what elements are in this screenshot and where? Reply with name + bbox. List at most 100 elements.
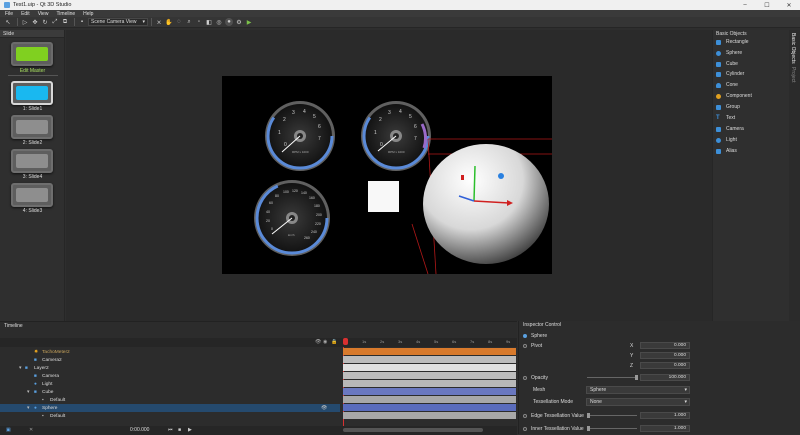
menu-edit[interactable]: Edit — [21, 11, 30, 17]
zoom-extents-icon[interactable]: ▫ — [195, 18, 203, 26]
slide-thumbnail-3[interactable] — [11, 149, 53, 173]
opacity-field[interactable]: 100.000 — [640, 374, 690, 381]
stop-icon[interactable]: ■ — [178, 427, 181, 433]
pan-icon[interactable]: ✋ — [165, 18, 173, 26]
pivot-z-field[interactable]: 0.000 — [640, 362, 690, 369]
tab-project[interactable]: Project — [790, 67, 796, 83]
timeline-track[interactable] — [343, 396, 516, 403]
timeline-row[interactable]: ▪ Default — [0, 396, 340, 404]
menu-file[interactable]: File — [5, 11, 13, 17]
eye-icon[interactable]: 👁 — [321, 406, 327, 411]
timeline-track[interactable] — [343, 412, 516, 419]
wireframe-icon[interactable]: ◎ — [215, 18, 223, 26]
object-text[interactable]: T Text — [716, 113, 735, 123]
timeline-track[interactable] — [343, 356, 516, 363]
pivot-x-field[interactable]: 0.000 — [640, 342, 690, 349]
menu-timeline[interactable]: Timeline — [56, 11, 75, 17]
timeline-row[interactable]: ■ Camera2 — [0, 356, 340, 364]
eye-icon[interactable]: 👁 — [315, 339, 321, 345]
inner-tess-field[interactable]: 1.000 — [640, 425, 690, 432]
pivot-y-field[interactable]: 0.000 — [640, 352, 690, 359]
zoom-icon[interactable]: ⌕ — [185, 18, 193, 26]
render-mode-icon[interactable]: ● — [225, 18, 233, 26]
fit-selected-icon[interactable]: ⨯ — [155, 18, 163, 26]
scene-canvas[interactable]: 0 1 2 3 4 5 6 7 RPM x 1000 0 1 2 3 4 5 6… — [222, 76, 552, 275]
play-icon[interactable]: ▷ — [21, 18, 29, 26]
timeline-row[interactable]: ■ Camera — [0, 372, 340, 380]
shading-icon[interactable]: ◧ — [205, 18, 213, 26]
timeline-row[interactable]: ▾ ■ Layer2 — [0, 364, 340, 372]
gizmo-plane-handle[interactable] — [461, 175, 464, 180]
timeline-track[interactable] — [343, 380, 516, 387]
slide-thumbnail-1[interactable] — [11, 81, 53, 105]
object-light[interactable]: Light — [716, 135, 737, 145]
orbit-icon[interactable]: ◌ — [175, 18, 183, 26]
timeline-track[interactable] — [343, 404, 516, 411]
timeline-track[interactable] — [343, 372, 516, 379]
timeline-track[interactable] — [343, 348, 516, 355]
timeline-row-selected[interactable]: ▾ ● Sphere 👁 — [0, 404, 340, 412]
timeline-ruler[interactable]: 1s 2s 3s 4s 5s 6s 7s 8s 9s — [340, 338, 517, 347]
timeline-track[interactable] — [343, 364, 516, 371]
timeline-track[interactable] — [343, 388, 516, 395]
object-component[interactable]: Component — [716, 91, 752, 101]
object-cylinder[interactable]: Cylinder — [716, 69, 744, 79]
timeline-row[interactable]: ▾ ■ Cube — [0, 388, 340, 396]
opacity-slider-handle[interactable] — [635, 375, 638, 380]
scale-icon[interactable]: ⤢ — [51, 18, 59, 26]
rectangle-object[interactable] — [368, 181, 399, 212]
edge-tess-slider[interactable] — [587, 415, 637, 416]
timeline-row[interactable]: ▪ Default — [0, 412, 340, 420]
inner-tess-slider-handle[interactable] — [587, 426, 590, 431]
camera-view-select[interactable]: Scene Camera View ▾ — [88, 18, 148, 26]
timeline-scrollbar[interactable] — [343, 428, 483, 432]
rotate-icon[interactable]: ↻ — [41, 18, 49, 26]
shy-icon[interactable]: ◉ — [323, 339, 327, 345]
rewind-icon[interactable]: ⏮ — [168, 427, 173, 433]
tachometer-left[interactable]: 0 1 2 3 4 5 6 7 RPM x 1000 — [265, 101, 335, 171]
run-icon[interactable]: ▶ — [245, 18, 253, 26]
menu-view[interactable]: View — [38, 11, 49, 17]
playhead-handle[interactable] — [343, 338, 348, 345]
object-camera[interactable]: Camera — [716, 124, 744, 134]
menu-help[interactable]: Help — [83, 11, 93, 17]
add-layer-icon[interactable]: ▣ — [6, 427, 11, 433]
gizmo-rotate-handle[interactable] — [498, 173, 504, 179]
object-cube[interactable]: Cube — [716, 59, 738, 69]
object-sphere[interactable]: Sphere — [716, 48, 742, 58]
preview-icon[interactable]: ⚙ — [235, 18, 243, 26]
delete-icon[interactable]: ✕ — [29, 427, 33, 433]
slide-thumbnail-2[interactable] — [11, 115, 53, 139]
animate-toggle-icon[interactable] — [523, 426, 527, 431]
local-global-icon[interactable]: ⧉ — [61, 18, 69, 26]
object-cone[interactable]: Cone — [716, 80, 738, 90]
mesh-select[interactable]: Sphere ▾ — [586, 386, 690, 394]
object-rectangle[interactable]: Rectangle — [716, 37, 749, 47]
tab-basic-objects[interactable]: Basic Objects — [790, 33, 796, 64]
edge-tess-field[interactable]: 1.000 — [640, 412, 690, 419]
tachometer-right[interactable]: 0 1 2 3 4 5 6 7 RPM x 1000 — [361, 101, 431, 171]
object-group[interactable]: Group — [716, 102, 740, 112]
sphere-object[interactable] — [411, 138, 552, 275]
lock-icon[interactable]: 🔒 — [331, 339, 337, 345]
gizmo-y-axis[interactable] — [473, 165, 476, 202]
object-alias[interactable]: Alias — [716, 146, 737, 156]
play-icon[interactable]: ▶ — [188, 427, 192, 433]
timeline-row[interactable]: ● Light — [0, 380, 340, 388]
animate-toggle-icon[interactable] — [523, 343, 527, 348]
move-icon[interactable]: ✥ — [31, 18, 39, 26]
animate-toggle-icon[interactable] — [523, 413, 527, 418]
tess-mode-select[interactable]: None ▾ — [586, 398, 690, 406]
speedometer[interactable]: 0 20 40 60 80 100 120 140 160 180 200 22… — [254, 180, 330, 256]
inner-tess-slider[interactable] — [587, 428, 637, 429]
opacity-slider[interactable] — [587, 377, 637, 378]
minimize-button[interactable]: – — [734, 0, 756, 10]
current-time[interactable]: 0:00.000 — [130, 427, 149, 433]
camera-icon[interactable]: ▪ — [78, 18, 86, 26]
timeline-row[interactable]: ✸ TachoMeter2 — [0, 348, 340, 356]
master-slide-thumbnail[interactable] — [11, 42, 53, 66]
edge-tess-slider-handle[interactable] — [587, 413, 590, 418]
maximize-button[interactable]: ☐ — [756, 0, 778, 10]
slide-thumbnail-4[interactable] — [11, 183, 53, 207]
close-button[interactable]: ✕ — [778, 0, 800, 10]
